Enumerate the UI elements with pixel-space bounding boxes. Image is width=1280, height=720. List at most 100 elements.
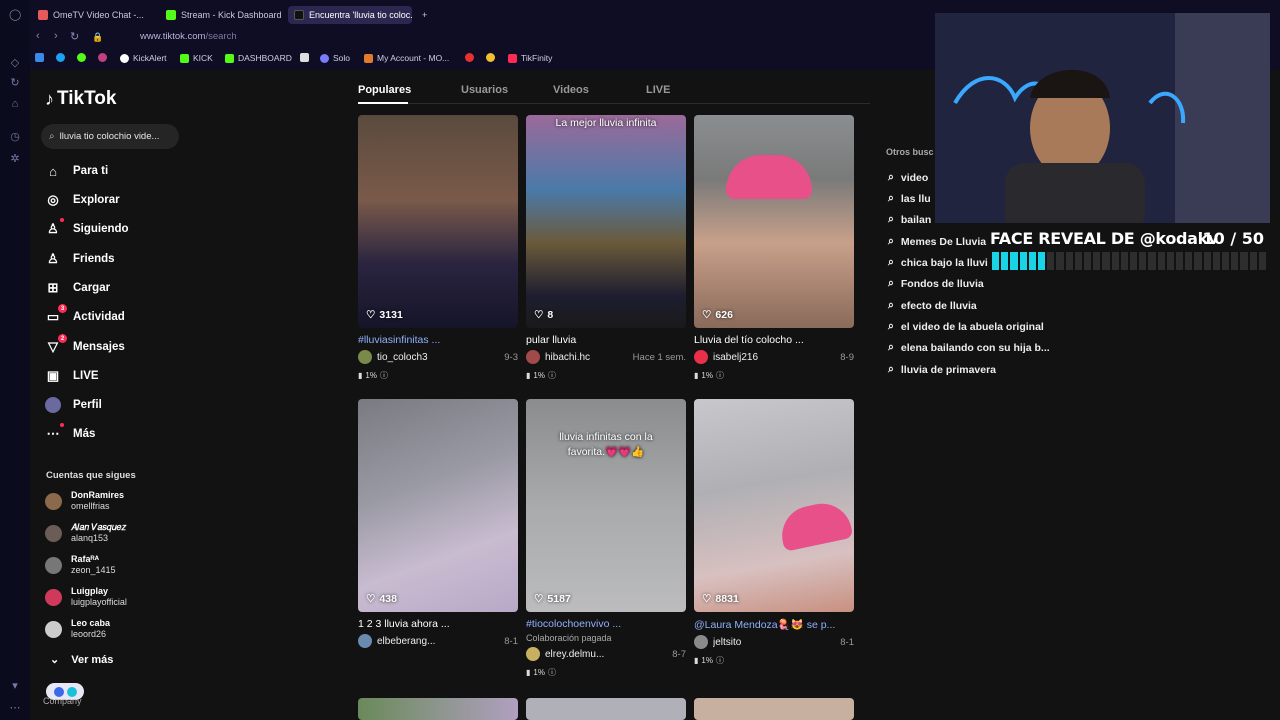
opera-logo-icon[interactable]: ◯ [9,9,21,21]
bookmark-notion-icon[interactable] [300,53,309,62]
company-link[interactable]: Company [43,696,82,706]
following-account[interactable]: DonRamires omellfrias [45,490,124,512]
bar-chart-icon: ▮ [694,371,699,380]
video-thumbnail[interactable] [694,698,854,720]
info-icon: ⓘ [715,371,724,380]
related-search-item[interactable]: ⌕ elena bailando con su hija b... [888,341,1050,354]
video-card[interactable]: ♡ 3131 #lluviasinfinitas ... tio_coloch3 9… [358,115,518,381]
pink-hat-shape [776,498,854,552]
video-author[interactable]: isabelj216 [713,352,840,363]
bar-chart-icon: ▮ [526,371,531,380]
video-caption[interactable]: #lluviasinfinitas ... [358,334,518,346]
video-thumbnail[interactable]: ♡ 3131 [358,115,518,328]
nav-explorar[interactable]: ◎ Explorar [45,189,119,211]
video-card[interactable]: La mejor lluvia infinita ♡ 8 pular lluvia… [526,115,686,381]
bookmark-dashboard[interactable]: DASHBOARD [225,53,292,63]
history-icon[interactable]: ◷ [9,131,21,143]
video-card[interactable]: ♡ 438 1 2 3 lluvia ahora ... elbeberang..… [358,399,518,648]
related-search-item[interactable]: ⌕ chica bajo la lluvi [888,256,988,269]
video-author[interactable]: hibachi.hc [545,352,633,363]
profile-avatar-icon [45,397,61,413]
video-caption[interactable]: #tiocolochoenvivo ... [526,618,686,630]
bookmark-icon[interactable] [465,53,474,62]
likes-count: ♡ 626 [702,309,733,321]
related-search-item[interactable]: ⌕ bailan [888,213,931,226]
video-caption[interactable]: pular lluvia [526,334,686,346]
tab-kick-dashboard[interactable]: Stream - Kick Dashboard [160,6,282,24]
bookmark-icon[interactable] [98,53,107,62]
following-account[interactable]: Rafaᴿᴬ zeon_1415 [45,554,116,576]
bookmark-icon[interactable] [77,53,86,62]
bookmark-solo[interactable]: Solo [320,53,350,63]
bookmark-icon[interactable] [56,53,65,62]
nav-cargar[interactable]: ⊞ Cargar [45,277,111,299]
more-icon: ⋯ [45,423,64,442]
nav-mas[interactable]: ⋯ Más [45,423,95,445]
related-search-item[interactable]: ⌕ lluvia de primavera [888,363,996,376]
bookmark-drive-icon[interactable] [35,53,44,62]
gx-icon[interactable]: ▾ [9,680,21,692]
video-thumbnail[interactable]: La mejor lluvia infinita ♡ 8 [526,115,686,328]
nav-perfil[interactable]: Perfil [45,394,102,416]
refresh-icon[interactable]: ↻ [9,77,21,89]
video-caption[interactable]: Lluvia del tío colocho ... [694,334,854,346]
video-card[interactable]: ♡ 8831 @Laura Mendoza🪼😻 se p... jeltsito 8… [694,399,854,666]
video-thumbnail[interactable]: ♡ 626 [694,115,854,328]
more-icon[interactable]: ⋯ [9,702,21,714]
info-icon: ⓘ [715,656,724,665]
video-author[interactable]: tio_coloch3 [377,352,504,363]
bookmark-icon[interactable] [486,53,495,62]
video-caption[interactable]: @Laura Mendoza🪼😻 se p... [694,618,854,631]
bookmark-tikfinity[interactable]: TikFinity [508,53,552,63]
video-author[interactable]: elbeberang... [377,636,504,647]
video-thumbnail[interactable]: lluvia infinitas con la favorita.💗💗👍 ♡ 51… [526,399,686,612]
bag-icon[interactable]: ⌂ [9,98,21,110]
video-thumbnail[interactable] [526,698,686,720]
related-search-item[interactable]: ⌕ el video de la abuela original [888,320,1044,333]
tab-usuarios[interactable]: Usuarios [461,84,508,96]
following-account[interactable]: Luigplay luigplayofficial [45,586,127,608]
tab-populares[interactable]: Populares [358,84,411,96]
new-tab-button[interactable]: + [416,6,432,24]
bookmark-my-account[interactable]: My Account - MO... [364,53,449,63]
related-search-item[interactable]: ⌕ efecto de lluvia [888,299,977,312]
following-account[interactable]: 𝐴𝑙𝑎𝑛 𝑉𝑎𝑠𝑞𝑢𝑒𝑧 alanq153 [45,522,126,544]
tiktok-logo[interactable]: ♪ TikTok [45,88,116,110]
related-search-item[interactable]: ⌕ Memes De Lluvia [888,235,986,248]
reload-icon[interactable]: ↻ [70,30,79,43]
video-author[interactable]: jeltsito [713,637,840,648]
search-input[interactable]: ⌕ lluvia tio colochio vide... [41,124,179,149]
video-thumbnail[interactable] [358,698,518,720]
video-thumbnail[interactable]: ♡ 438 [358,399,518,612]
tab-tiktok-search[interactable]: Encuentra 'lluvia tio coloc... [288,6,412,24]
video-card[interactable]: ♡ 626 Lluvia del tío colocho ... isabelj2… [694,115,854,381]
nav-actividad[interactable]: ▭ 3 Actividad [45,304,125,328]
related-search-item[interactable]: ⌕ video [888,171,928,184]
bookmark-kick[interactable]: KICK [180,53,213,63]
ver-mas-button[interactable]: ⌄ Ver más [50,653,113,667]
nav-mensajes[interactable]: ▽ 2 Mensajes [45,334,125,358]
following-account[interactable]: Leo caba leoord26 [45,618,110,640]
nav-siguiendo[interactable]: ♙ Siguiendo [45,218,129,240]
video-card[interactable]: lluvia infinitas con la favorita.💗💗👍 ♡ 51… [526,399,686,678]
ai-icon[interactable]: ◇ [9,57,21,69]
nav-para-ti[interactable]: ⌂ Para ti [45,160,108,182]
forward-icon[interactable]: › [54,30,58,42]
video-caption[interactable]: 1 2 3 lluvia ahora ... [358,618,518,630]
video-thumbnail[interactable]: ♡ 8831 [694,399,854,612]
bookmark-kickalert[interactable]: KickAlert [120,53,167,63]
tab-ometv[interactable]: OmeTV Video Chat -... [32,6,154,24]
nav-friends[interactable]: ♙ Friends [45,248,114,270]
tab-live[interactable]: LIVE [646,84,670,96]
avatar [45,492,62,510]
url-field[interactable]: www.tiktok.com/search [140,31,237,42]
video-author[interactable]: elrey.delmu... [545,649,672,660]
tab-videos[interactable]: Videos [553,84,589,96]
progress-segment [1148,252,1156,270]
nav-live[interactable]: ▣ LIVE [45,365,99,387]
related-search-item[interactable]: ⌕ Fondos de lluvia [888,277,984,290]
settings-icon[interactable]: ✲ [9,153,21,165]
back-icon[interactable]: ‹ [36,30,40,42]
search-icon: ⌕ [49,131,55,142]
related-search-item[interactable]: ⌕ las llu [888,192,931,205]
